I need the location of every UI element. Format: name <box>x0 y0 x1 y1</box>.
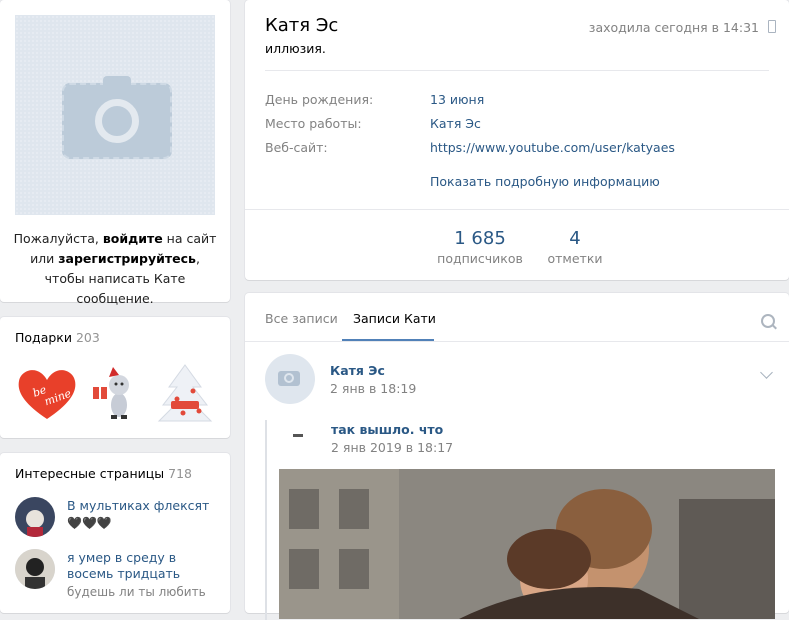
followers-label: подписчиков <box>437 251 523 266</box>
profile-avatar-placeholder[interactable] <box>15 15 215 215</box>
wall-card: Все записи Записи Кати Катя Эс 2 янв в 1… <box>245 293 789 620</box>
tree-gift-icon[interactable] <box>153 361 217 425</box>
page-description: 🖤🖤🖤 <box>67 516 112 530</box>
birthday-value[interactable]: 13 июня <box>430 92 484 107</box>
gift-list: be mine <box>15 361 215 425</box>
last-seen-text: заходила сегодня в 14:31 <box>588 20 759 35</box>
post-author-link[interactable]: Катя Эс <box>330 363 385 378</box>
post-photo[interactable] <box>279 469 775 619</box>
list-item[interactable]: В мультиках флексят 🖤🖤🖤 <box>15 497 220 547</box>
website-link[interactable]: https://www.youtube.com/user/katyaes <box>430 140 675 155</box>
gifts-count: 203 <box>75 330 100 345</box>
tab-own-posts[interactable]: Записи Кати <box>353 311 436 326</box>
tab-all-posts[interactable]: Все записи <box>265 311 338 326</box>
search-icon[interactable] <box>761 314 775 328</box>
divider <box>245 341 789 342</box>
tags-count: 4 <box>569 228 581 249</box>
website-label: Веб-сайт: <box>265 140 328 155</box>
cat-gift-icon[interactable] <box>85 361 149 425</box>
profile-card: Катя Эс иллюзия. заходила сегодня в 14:3… <box>245 0 789 280</box>
post-author-avatar[interactable] <box>265 354 315 404</box>
divider <box>245 209 789 210</box>
avatar-card: Пожалуйста, войдите на сайт или зарегист… <box>0 0 230 306</box>
tags-counter[interactable]: 4 отметки <box>525 228 625 266</box>
post-date-link[interactable]: 2 янв в 18:19 <box>330 381 416 396</box>
birthday-label: День рождения: <box>265 92 374 107</box>
heart-gift-icon[interactable]: be mine <box>15 361 79 425</box>
page-avatar[interactable] <box>15 497 55 537</box>
login-link[interactable]: войдите <box>103 231 163 246</box>
pages-count: 718 <box>168 466 192 481</box>
pages-header[interactable]: Интересные страницы 718 <box>15 466 192 481</box>
interesting-pages-card: Интересные страницы 718 В мультиках флекс… <box>0 453 230 613</box>
list-item[interactable]: я умер в среду в восемь тридцать будешь … <box>15 549 220 609</box>
gifts-card: Подарки 203 be mine <box>0 317 230 438</box>
page-name[interactable]: В мультиках флексят <box>67 498 217 514</box>
post-photo-image <box>279 469 775 619</box>
page-description: будешь ли ты любить <box>67 585 206 599</box>
page-name[interactable]: я умер в среду в восемь тридцать <box>67 550 217 582</box>
repost-author-link[interactable]: так вышло. что <box>331 422 443 437</box>
repost-indicator <box>265 420 267 620</box>
work-label: Место работы: <box>265 116 362 131</box>
camera-icon <box>278 371 300 386</box>
repost-date-link[interactable]: 2 янв 2019 в 18:17 <box>331 440 453 455</box>
chevron-down-icon[interactable] <box>760 366 773 379</box>
gifts-title: Подарки <box>15 330 72 345</box>
profile-name: Катя Эс <box>265 15 339 36</box>
divider <box>265 70 769 71</box>
register-link[interactable]: зарегистрируйтесь <box>58 251 196 266</box>
work-value[interactable]: Катя Эс <box>430 116 481 131</box>
camera-icon <box>62 76 172 159</box>
tags-label: отметки <box>547 251 603 266</box>
show-more-info-link[interactable]: Показать подробную информацию <box>430 174 660 189</box>
followers-counter[interactable]: 1 685 подписчиков <box>430 228 530 266</box>
login-prompt: Пожалуйста, войдите на сайт или зарегист… <box>13 231 217 306</box>
repost-source-avatar[interactable] <box>293 434 303 437</box>
followers-count: 1 685 <box>454 228 506 249</box>
gifts-header[interactable]: Подарки 203 <box>15 330 100 345</box>
mobile-phone-icon <box>768 20 776 33</box>
page-avatar[interactable] <box>15 549 55 589</box>
pages-title: Интересные страницы <box>15 466 165 481</box>
profile-status: иллюзия. <box>265 41 326 56</box>
